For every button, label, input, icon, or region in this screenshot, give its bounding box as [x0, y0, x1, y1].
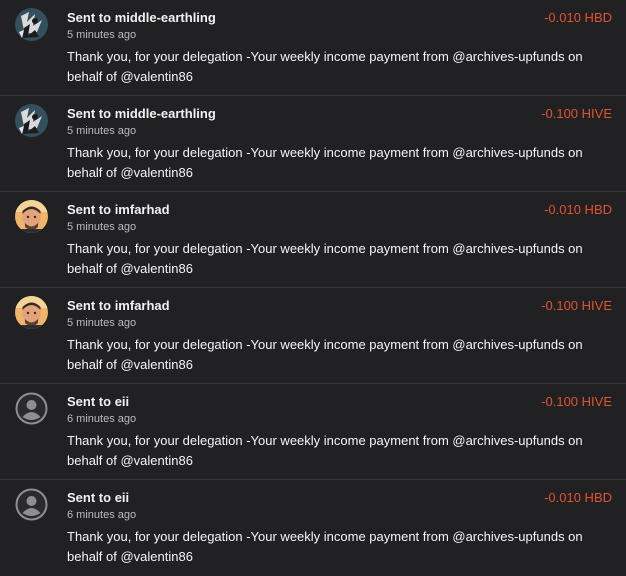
- recipient-link[interactable]: eii: [115, 490, 129, 505]
- art-avatar-icon[interactable]: [15, 104, 48, 137]
- transfer-prefix: Sent to: [67, 298, 112, 313]
- transfer-title: Sent to imfarhad: [67, 202, 170, 218]
- memo: Thank you, for your delegation -Your wee…: [67, 145, 583, 180]
- memo: Thank you, for your delegation -Your wee…: [67, 433, 583, 468]
- memo: Thank you, for your delegation -Your wee…: [67, 337, 583, 372]
- transfer-item: Sent to middle-earthling 5 minutes ago -…: [0, 0, 626, 96]
- face-photo-avatar-icon[interactable]: [15, 296, 48, 329]
- memo: Thank you, for your delegation -Your wee…: [67, 49, 583, 84]
- amount: -0.010 HBD: [544, 202, 612, 217]
- timestamp: 5 minutes ago: [67, 125, 137, 137]
- transfer-prefix: Sent to: [67, 202, 112, 217]
- transfer-title: Sent to eii: [67, 490, 129, 506]
- transfer-item: Sent to imfarhad 5 minutes ago -0.010 HB…: [0, 192, 626, 288]
- memo: Thank you, for your delegation -Your wee…: [67, 529, 583, 564]
- default-user-avatar-icon[interactable]: [15, 392, 48, 425]
- amount: -0.100 HIVE: [541, 106, 612, 121]
- default-user-avatar-icon[interactable]: [15, 488, 48, 521]
- amount: -0.100 HIVE: [541, 298, 612, 313]
- transfer-title: Sent to middle-earthling: [67, 106, 216, 122]
- amount: -0.100 HIVE: [541, 394, 612, 409]
- timestamp: 5 minutes ago: [67, 317, 137, 329]
- transfer-feed: Sent to middle-earthling 5 minutes ago -…: [0, 0, 626, 568]
- amount: -0.010 HBD: [544, 10, 612, 25]
- transfer-prefix: Sent to: [67, 106, 112, 121]
- transfer-item: Sent to imfarhad 5 minutes ago -0.100 HI…: [0, 288, 626, 384]
- transfer-prefix: Sent to: [67, 10, 112, 25]
- recipient-link[interactable]: eii: [115, 394, 129, 409]
- transfer-title: Sent to eii: [67, 394, 129, 410]
- recipient-link[interactable]: imfarhad: [115, 298, 170, 313]
- timestamp: 5 minutes ago: [67, 221, 137, 233]
- recipient-link[interactable]: middle-earthling: [115, 106, 216, 121]
- timestamp: 6 minutes ago: [67, 509, 137, 521]
- memo: Thank you, for your delegation -Your wee…: [67, 241, 583, 276]
- transfer-prefix: Sent to: [67, 394, 112, 409]
- timestamp: 6 minutes ago: [67, 413, 137, 425]
- transfer-item: Sent to middle-earthling 5 minutes ago -…: [0, 96, 626, 192]
- recipient-link[interactable]: middle-earthling: [115, 10, 216, 25]
- transfer-title: Sent to imfarhad: [67, 298, 170, 314]
- recipient-link[interactable]: imfarhad: [115, 202, 170, 217]
- transfer-prefix: Sent to: [67, 490, 112, 505]
- timestamp: 5 minutes ago: [67, 29, 137, 41]
- face-photo-avatar-icon[interactable]: [15, 200, 48, 233]
- transfer-item: Sent to eii 6 minutes ago -0.010 HBD Tha…: [0, 480, 626, 576]
- art-avatar-icon[interactable]: [15, 8, 48, 41]
- transfer-title: Sent to middle-earthling: [67, 10, 216, 26]
- amount: -0.010 HBD: [544, 490, 612, 505]
- transfer-item: Sent to eii 6 minutes ago -0.100 HIVE Th…: [0, 384, 626, 480]
